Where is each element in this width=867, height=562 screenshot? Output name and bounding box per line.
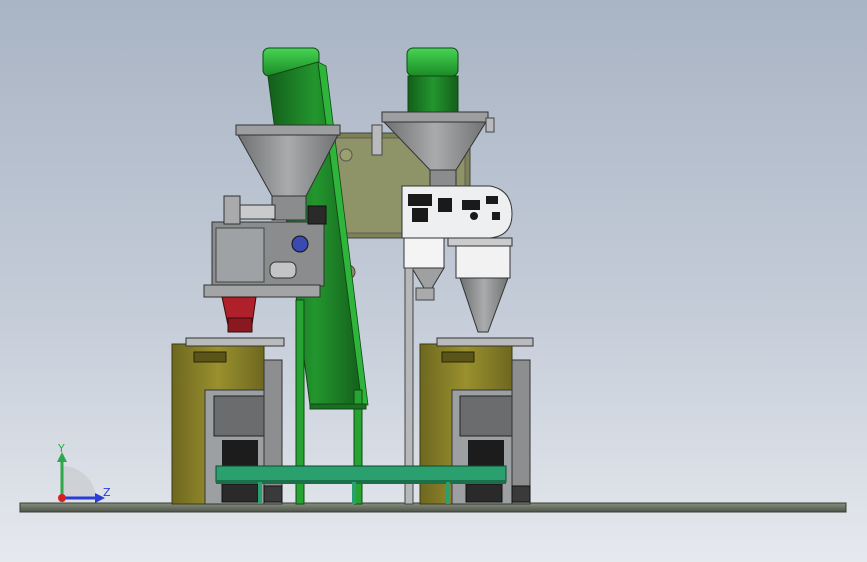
coordinate-triad-icon: Y Z [57, 442, 111, 503]
origin-point [58, 494, 66, 502]
cad-model-view[interactable]: Y Z [0, 0, 867, 562]
z-axis-label: Z [103, 486, 111, 499]
y-axis-label: Y [57, 442, 65, 455]
cad-viewport[interactable]: Y Z [0, 0, 867, 562]
